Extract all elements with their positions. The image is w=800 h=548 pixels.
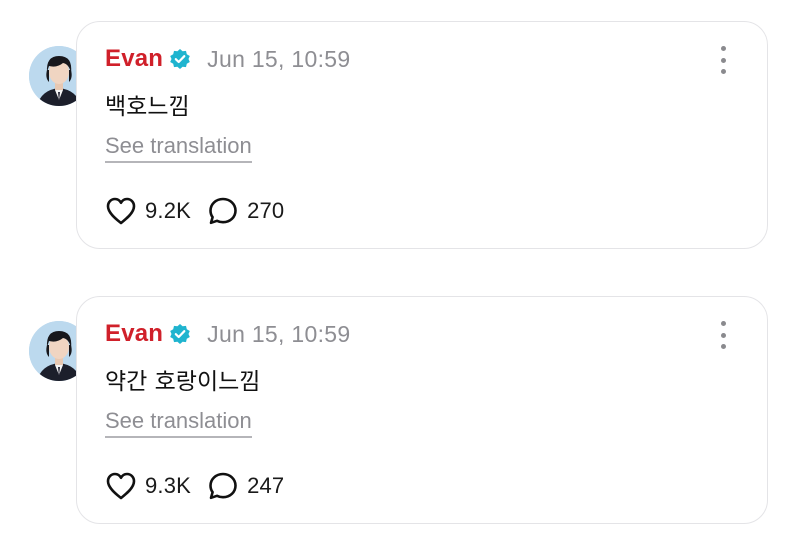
post-timestamp[interactable]: Jun 15, 10:59: [207, 46, 350, 73]
reply-count: 270: [247, 198, 285, 223]
post-card: Evan Jun 15, 10:59 약간 호랑이느낌 See translat…: [76, 296, 768, 524]
heart-icon: [106, 197, 136, 225]
see-translation-link[interactable]: See translation: [105, 408, 252, 438]
vertical-ellipsis-icon: [720, 321, 726, 326]
more-options-button[interactable]: [715, 321, 731, 349]
author-name[interactable]: Evan: [105, 45, 163, 73]
post-text: 약간 호랑이느낌: [105, 369, 261, 395]
like-button[interactable]: 9.3K: [105, 471, 191, 501]
ellipsis-dot: [720, 69, 726, 74]
post-header: Evan Jun 15, 10:59: [105, 44, 350, 74]
like-count: 9.3K: [145, 473, 192, 498]
verified-check-icon: [169, 48, 191, 70]
see-translation-link[interactable]: See translation: [105, 133, 252, 163]
post-actions: 9.2K 270: [105, 195, 284, 227]
post-timestamp[interactable]: Jun 15, 10:59: [207, 321, 350, 348]
post-actions: 9.3K 247: [105, 470, 284, 502]
reply-button[interactable]: 270: [207, 196, 284, 226]
author-name[interactable]: Evan: [105, 320, 163, 348]
ellipsis-dot: [720, 57, 726, 63]
like-count: 9.2K: [145, 198, 192, 223]
speech-bubble-icon: [209, 197, 237, 225]
like-button[interactable]: 9.2K: [105, 196, 191, 226]
heart-icon: [106, 472, 136, 500]
reply-button[interactable]: 247: [207, 471, 284, 501]
speech-bubble-icon: [209, 472, 237, 500]
post-feed: Evan Jun 15, 10:59 백호느낌 See translation …: [0, 0, 800, 548]
reply-count: 247: [247, 473, 285, 498]
ellipsis-dot: [720, 332, 726, 338]
verified-check-icon: [169, 323, 191, 345]
post-header: Evan Jun 15, 10:59: [105, 319, 350, 349]
post-text: 백호느낌: [105, 94, 190, 120]
more-options-button[interactable]: [715, 46, 731, 74]
vertical-ellipsis-icon: [720, 46, 726, 51]
ellipsis-dot: [720, 344, 726, 349]
post-card: Evan Jun 15, 10:59 백호느낌 See translation …: [76, 21, 768, 249]
